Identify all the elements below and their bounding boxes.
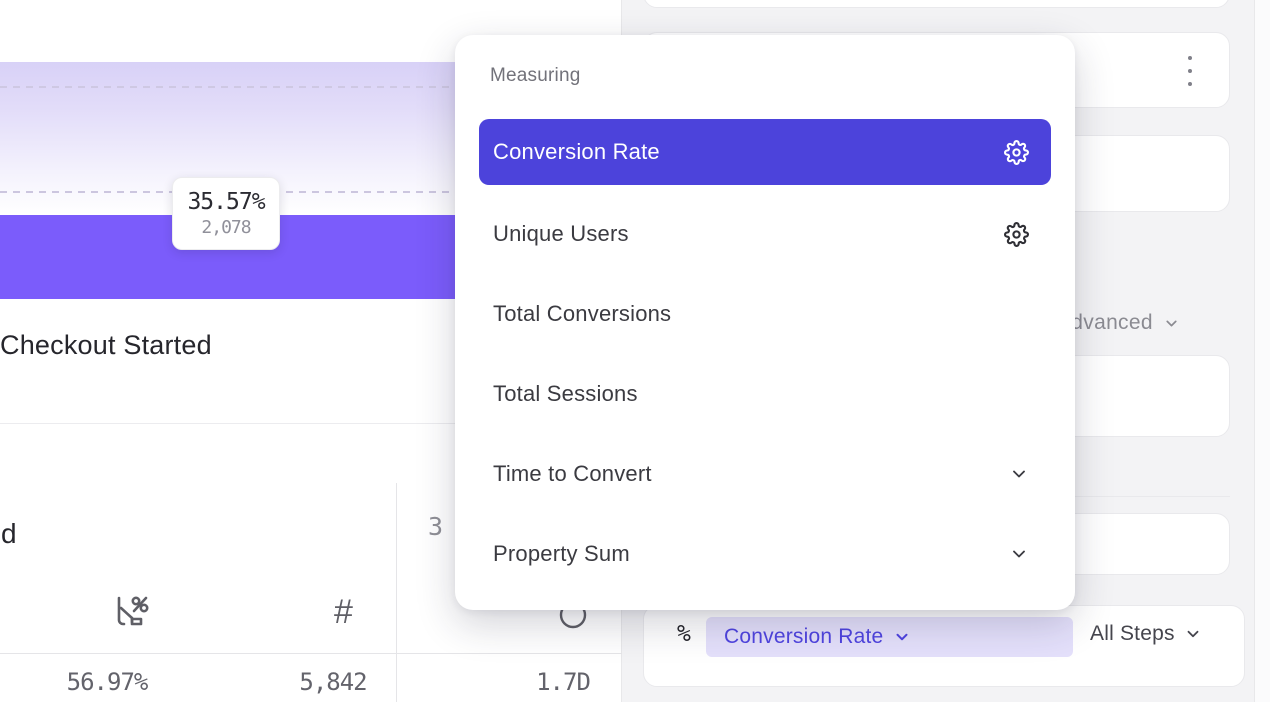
menu-item-conversion-rate[interactable]: Conversion Rate <box>479 119 1051 185</box>
menu-item-label: Unique Users <box>493 221 629 247</box>
table-step3-header: 3 <box>428 512 443 541</box>
chevron-down-icon <box>1009 464 1029 484</box>
hash-count-icon[interactable]: # <box>334 593 353 632</box>
query-builder-card-top <box>643 0 1230 8</box>
menu-item-total-conversions[interactable]: Total Conversions <box>479 283 1051 345</box>
all-steps-dropdown-button[interactable]: All Steps <box>1090 622 1202 646</box>
funnel-tooltip: 35.57% 2,078 <box>172 177 280 250</box>
chevron-down-icon <box>1009 544 1029 564</box>
measuring-menu-popup: Measuring Conversion Rate Unique Users T… <box>455 35 1075 610</box>
menu-item-label: Property Sum <box>493 541 630 567</box>
table-step2-header-fragment: d <box>1 518 17 550</box>
measuring-menu-header: Measuring <box>490 65 581 87</box>
menu-item-property-sum[interactable]: Property Sum <box>479 523 1051 585</box>
menu-item-time-to-convert[interactable]: Time to Convert <box>479 443 1051 505</box>
tooltip-count-value: 2,078 <box>201 217 250 238</box>
chevron-down-icon <box>893 628 911 646</box>
menu-item-total-sessions[interactable]: Total Sessions <box>479 363 1051 425</box>
chevron-down-icon <box>1163 315 1180 332</box>
value-unique-count: 5,842 <box>263 668 403 696</box>
menu-item-unique-users[interactable]: Unique Users <box>479 203 1051 265</box>
kebab-menu-icon[interactable] <box>1182 56 1198 86</box>
advanced-toggle[interactable]: Advanced <box>1057 311 1180 335</box>
funnel-step-label: Checkout Started <box>0 330 212 361</box>
menu-item-label: Total Sessions <box>493 381 638 407</box>
percent-symbol: % <box>677 621 691 647</box>
measuring-dropdown-label: Conversion Rate <box>724 625 883 649</box>
gear-icon[interactable] <box>1004 140 1029 165</box>
conversion-rate-chart-icon[interactable] <box>110 592 152 637</box>
menu-item-label: Conversion Rate <box>493 139 660 165</box>
value-time-to-convert: 1.7D <box>493 668 633 696</box>
table-row-divider <box>0 653 622 654</box>
value-conversion-rate: 56.97% <box>37 668 177 696</box>
chevron-down-icon <box>1184 625 1202 643</box>
gear-icon[interactable] <box>1004 222 1029 247</box>
all-steps-label: All Steps <box>1090 622 1175 646</box>
menu-item-label: Total Conversions <box>493 301 671 327</box>
tooltip-percent-value: 35.57% <box>187 189 264 215</box>
page-gutter <box>1255 0 1270 702</box>
measuring-dropdown-button[interactable]: Conversion Rate <box>706 617 1073 657</box>
menu-item-label: Time to Convert <box>493 461 652 487</box>
